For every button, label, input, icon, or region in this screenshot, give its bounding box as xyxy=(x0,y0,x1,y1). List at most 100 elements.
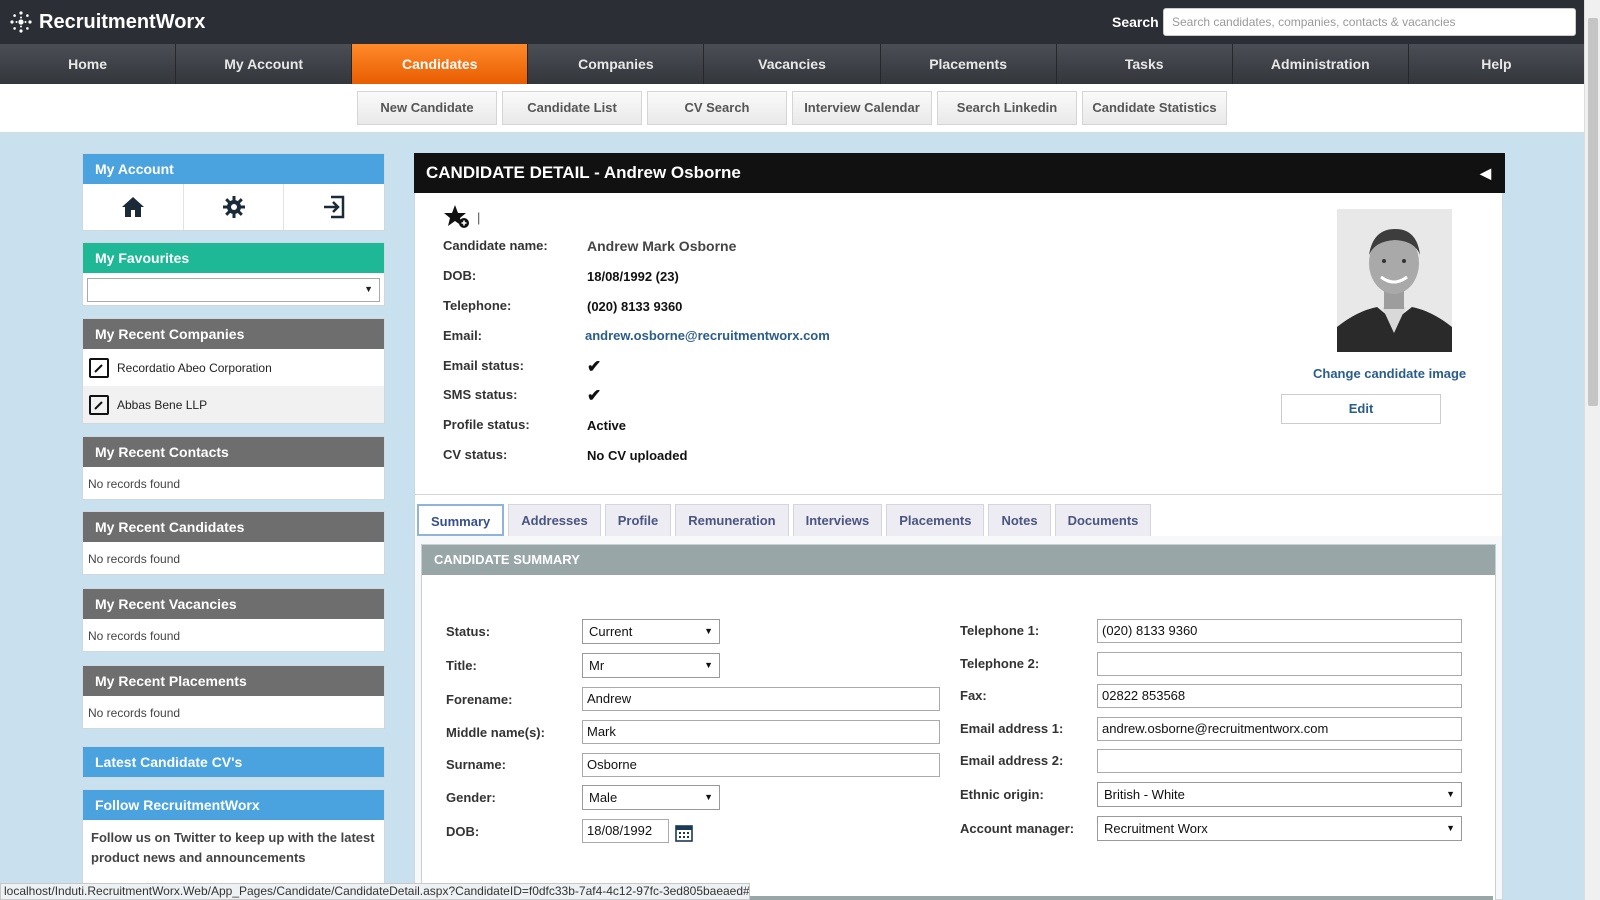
dob-value: 18/08/1992 (23) xyxy=(587,269,679,284)
middle-name-input[interactable]: Mark xyxy=(582,720,940,744)
telephone1-label: Telephone 1: xyxy=(960,623,1040,638)
star-add-icon[interactable] xyxy=(443,204,471,230)
nav-placements[interactable]: Placements xyxy=(881,44,1057,84)
candidate-name-value: Andrew Mark Osborne xyxy=(587,238,737,254)
scrollbar-thumb[interactable] xyxy=(1588,18,1598,406)
ethnic-origin-value: British - White xyxy=(1104,787,1185,802)
tab-summary[interactable]: Summary xyxy=(417,504,505,536)
nav-tasks[interactable]: Tasks xyxy=(1057,44,1233,84)
chevron-down-icon: ▼ xyxy=(1446,823,1455,833)
new-candidate-button[interactable]: New Candidate xyxy=(357,91,497,125)
surname-input[interactable]: Osborne xyxy=(582,753,940,777)
title-value: Mr xyxy=(589,658,605,673)
email-status-check-icon: ✔ xyxy=(587,357,602,376)
ethnic-origin-select[interactable]: British - White ▼ xyxy=(1097,782,1462,807)
middle-name-label: Middle name(s): xyxy=(446,725,545,740)
sms-status-check-icon: ✔ xyxy=(587,386,602,405)
cv-status-value: No CV uploaded xyxy=(587,448,688,463)
company-name[interactable]: Abbas Bene LLP xyxy=(117,398,207,412)
logout-icon[interactable] xyxy=(284,184,384,230)
cv-status-label: CV status: xyxy=(443,447,508,462)
list-item[interactable]: Recordatio Abeo Corporation xyxy=(83,349,384,386)
edit-button[interactable]: Edit xyxy=(1281,394,1441,424)
candidate-name-label: Candidate name: xyxy=(443,238,548,253)
favourites-select[interactable]: ▼ xyxy=(87,278,380,302)
tab-placements[interactable]: Placements xyxy=(886,504,985,536)
nav-candidates[interactable]: Candidates xyxy=(352,44,529,84)
email2-input[interactable] xyxy=(1097,749,1462,773)
telephone-label: Telephone: xyxy=(443,298,512,313)
collapse-arrow-icon[interactable]: ◀ xyxy=(1480,153,1491,193)
email1-input[interactable]: andrew.osborne@recruitmentworx.com xyxy=(1097,717,1462,741)
forename-label: Forename: xyxy=(446,692,513,707)
latest-cvs-header[interactable]: Latest Candidate CV's xyxy=(83,747,384,777)
chevron-down-icon: ▼ xyxy=(1446,789,1455,799)
nav-help[interactable]: Help xyxy=(1409,44,1584,84)
nav-vacancies[interactable]: Vacancies xyxy=(704,44,881,84)
nav-companies[interactable]: Companies xyxy=(528,44,705,84)
summary-header: CANDIDATE SUMMARY xyxy=(422,545,1495,575)
gender-value: Male xyxy=(589,790,618,805)
nav-my-account[interactable]: My Account xyxy=(176,44,353,84)
recent-vacancies-box: My Recent Vacancies No records found xyxy=(82,588,385,652)
nav-home[interactable]: Home xyxy=(0,44,177,84)
change-image-link[interactable]: Change candidate image xyxy=(1313,366,1466,381)
browser-status-bar: localhost/Induti.RecruitmentWorx.Web/App… xyxy=(0,883,750,900)
dob-input[interactable]: 18/08/1992 xyxy=(582,819,669,843)
telephone1-input[interactable]: (020) 8133 9360 xyxy=(1097,619,1462,643)
profile-status-label: Profile status: xyxy=(443,417,530,432)
surname-label: Surname: xyxy=(446,757,506,772)
fax-input[interactable]: 02822 853568 xyxy=(1097,684,1462,708)
profile-status-value: Active xyxy=(587,418,627,433)
recent-contacts-box: My Recent Contacts No records found xyxy=(82,436,385,500)
gear-icon[interactable] xyxy=(184,184,285,230)
chevron-down-icon: ▼ xyxy=(704,792,713,802)
recent-companies-header: My Recent Companies xyxy=(83,319,384,349)
search-label: Search xyxy=(1112,14,1159,30)
recent-vacancies-header: My Recent Vacancies xyxy=(83,589,384,619)
email2-label: Email address 2: xyxy=(960,753,1064,768)
tab-documents[interactable]: Documents xyxy=(1054,504,1152,536)
tab-profile[interactable]: Profile xyxy=(604,504,672,536)
follow-text: Follow us on Twitter to keep up with the… xyxy=(91,830,375,865)
search-linkedin-button[interactable]: Search Linkedin xyxy=(937,91,1077,125)
status-select[interactable]: Current ▼ xyxy=(582,619,720,644)
cv-search-button[interactable]: CV Search xyxy=(647,91,787,125)
favourite-star[interactable]: | xyxy=(443,204,480,230)
list-item[interactable]: Abbas Bene LLP xyxy=(83,386,384,423)
search-input[interactable] xyxy=(1163,8,1576,36)
candidate-detail-panel: CANDIDATE DETAIL - Andrew Osborne ◀ | Ca… xyxy=(414,153,1505,900)
logo-icon xyxy=(10,11,32,33)
forename-input[interactable]: Andrew xyxy=(582,687,940,711)
tab-addresses[interactable]: Addresses xyxy=(508,504,601,536)
dob-label: DOB: xyxy=(443,268,477,283)
candidate-statistics-button[interactable]: Candidate Statistics xyxy=(1082,91,1227,125)
status-value: Current xyxy=(589,624,633,639)
recent-candidates-header: My Recent Candidates xyxy=(83,512,384,542)
home-icon[interactable] xyxy=(83,184,184,230)
candidate-list-button[interactable]: Candidate List xyxy=(502,91,642,125)
edit-icon[interactable] xyxy=(89,394,109,415)
telephone2-input[interactable] xyxy=(1097,652,1462,676)
app-logo[interactable]: RecruitmentWorx xyxy=(8,9,205,35)
calendar-icon[interactable] xyxy=(674,823,694,848)
tab-bar: Summary Addresses Profile Remuneration I… xyxy=(417,504,1155,536)
app-title: RecruitmentWorx xyxy=(39,10,206,33)
page-scrollbar[interactable] xyxy=(1584,0,1600,900)
tab-notes[interactable]: Notes xyxy=(988,504,1051,536)
account-manager-select[interactable]: Recruitment Worx ▼ xyxy=(1097,816,1462,841)
tab-interviews[interactable]: Interviews xyxy=(792,504,883,536)
gender-select[interactable]: Male ▼ xyxy=(582,785,720,810)
title-label: Title: xyxy=(446,658,477,673)
separator: | xyxy=(477,209,481,225)
latest-cvs-box[interactable]: Latest Candidate CV's xyxy=(82,746,385,778)
edit-icon[interactable] xyxy=(89,357,109,378)
email1-label: Email address 1: xyxy=(960,721,1064,736)
title-select[interactable]: Mr ▼ xyxy=(582,653,720,678)
interview-calendar-button[interactable]: Interview Calendar xyxy=(792,91,932,125)
email-link[interactable]: andrew.osborne@recruitmentworx.com xyxy=(585,328,830,343)
company-name[interactable]: Recordatio Abeo Corporation xyxy=(117,361,272,375)
tab-remuneration[interactable]: Remuneration xyxy=(675,504,789,536)
recent-contacts-header: My Recent Contacts xyxy=(83,437,384,467)
nav-administration[interactable]: Administration xyxy=(1233,44,1409,84)
